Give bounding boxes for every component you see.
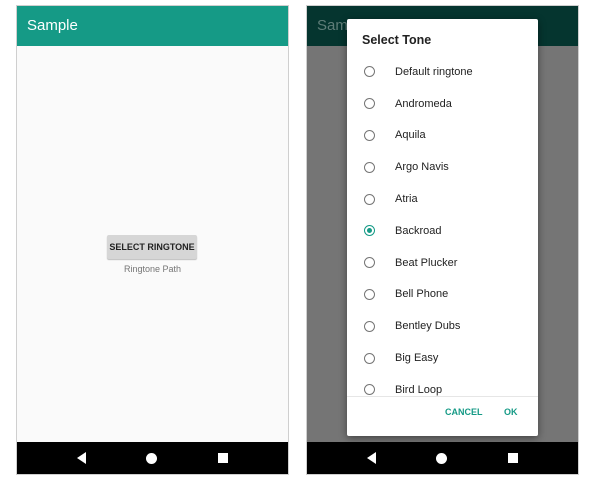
cancel-button[interactable]: CANCEL [445, 407, 483, 417]
tone-option[interactable]: Default ringtone [347, 56, 538, 88]
tone-option-label: Default ringtone [395, 65, 473, 78]
tone-option-label: Bird Loop [395, 383, 443, 396]
radio-unchecked-icon[interactable] [364, 288, 375, 300]
tone-option-label: Big Easy [395, 352, 439, 365]
tone-option-label: Bell Phone [395, 288, 449, 301]
radio-unchecked-icon[interactable] [364, 257, 375, 269]
tone-option[interactable]: Beat Plucker [347, 247, 538, 279]
app-screen: Sample SELECT RINGTONE Ringtone Path [17, 6, 288, 474]
radio-unchecked-icon[interactable] [364, 193, 375, 205]
home-icon[interactable] [146, 452, 158, 464]
back-icon[interactable] [77, 452, 87, 464]
ok-button[interactable]: OK [504, 407, 518, 417]
tone-option[interactable]: Bell Phone [347, 279, 538, 311]
radio-unchecked-icon[interactable] [364, 66, 375, 78]
app-title: Sample [27, 17, 78, 34]
tone-option-label: Bentley Dubs [395, 320, 461, 333]
system-navbar [17, 442, 288, 474]
select-ringtone-button[interactable]: SELECT RINGTONE [107, 235, 197, 259]
tone-option[interactable]: Argo Navis [347, 151, 538, 183]
home-icon[interactable] [436, 452, 448, 464]
system-navbar [307, 442, 578, 474]
radio-unchecked-icon[interactable] [364, 129, 375, 141]
app-screen-dimmed: Sample Select Tone Default ringtone Andro… [307, 6, 578, 474]
select-tone-dialog: Select Tone Default ringtone Andromeda Aqu… [347, 19, 538, 436]
tone-option-label: Argo Navis [395, 161, 449, 174]
dialog-actions: CANCEL OK [347, 397, 538, 436]
radio-unchecked-icon[interactable] [364, 320, 375, 332]
radio-checked-icon[interactable] [364, 225, 375, 237]
ringtone-path-text: Ringtone Path [123, 264, 182, 274]
tone-option-label: Beat Plucker [395, 256, 458, 269]
tone-list[interactable]: Default ringtone Andromeda Aquila Argo Navi… [347, 56, 538, 396]
app-toolbar: Sample [17, 6, 288, 46]
tone-option-label: Andromeda [395, 97, 452, 110]
tone-option[interactable]: Aquila [347, 120, 538, 152]
tone-option[interactable]: Big Easy [347, 342, 538, 374]
left-phone-screen: Sample SELECT RINGTONE Ringtone Path [16, 5, 289, 475]
back-icon[interactable] [367, 452, 377, 464]
tone-option[interactable]: Backroad [347, 215, 538, 247]
tone-option-label: Atria [395, 193, 418, 206]
tone-option-label: Backroad [395, 224, 442, 237]
tone-option[interactable]: Bird Loop [347, 374, 538, 396]
tone-option[interactable]: Atria [347, 183, 538, 215]
radio-unchecked-icon[interactable] [364, 384, 375, 396]
tone-option[interactable]: Bentley Dubs [347, 310, 538, 342]
radio-unchecked-icon[interactable] [364, 161, 375, 173]
tone-option-label: Aquila [395, 129, 426, 142]
radio-unchecked-icon[interactable] [364, 98, 375, 110]
tone-option[interactable]: Andromeda [347, 88, 538, 120]
recents-icon[interactable] [217, 453, 228, 463]
recents-icon[interactable] [507, 453, 518, 463]
right-phone-screen: Sample Select Tone Default ringtone Andro… [306, 5, 579, 475]
dialog-title: Select Tone [362, 33, 432, 47]
radio-unchecked-icon[interactable] [364, 352, 375, 364]
